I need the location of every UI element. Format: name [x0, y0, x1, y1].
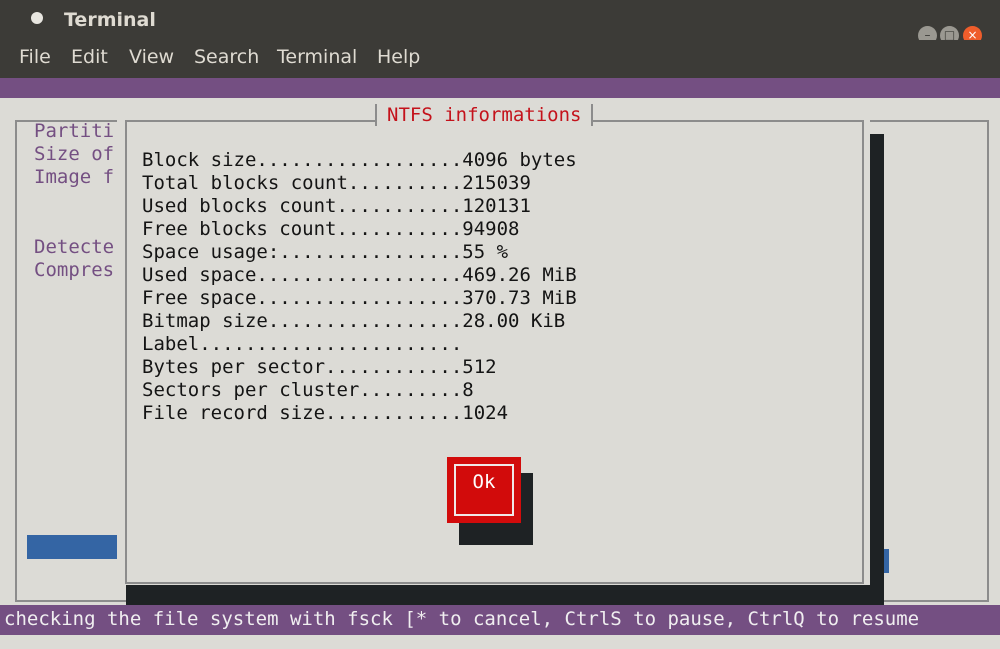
background-text-line: Size of	[34, 143, 115, 165]
terminal-header-bar	[0, 78, 1000, 98]
info-row-block-size: Block size..................4096 bytes	[142, 149, 577, 171]
terminal-window: Terminal – □ × File Edit View Search Ter…	[0, 0, 1000, 649]
window-title: Terminal	[64, 9, 156, 31]
menu-edit[interactable]: Edit	[71, 46, 108, 68]
info-row-free-space: Free space..................370.73 MiB	[142, 287, 577, 309]
menu-file[interactable]: File	[19, 46, 51, 68]
dialog-title: NTFS informations	[375, 104, 594, 126]
background-highlight-left	[27, 535, 117, 559]
info-row-label: Label.......................	[142, 333, 463, 355]
menu-bar: File Edit View Search Terminal Help	[0, 40, 1000, 78]
background-text-line: Compres	[34, 259, 115, 281]
info-row-bitmap-size: Bitmap size.................28.00 KiB	[142, 310, 566, 332]
info-row-sectors-per-cluster: Sectors per cluster.........8	[142, 379, 474, 401]
menu-help[interactable]: Help	[377, 46, 420, 68]
background-text-line: Partiti	[34, 120, 115, 142]
menu-terminal[interactable]: Terminal	[277, 46, 357, 68]
info-row-bytes-per-sector: Bytes per sector............512	[142, 356, 497, 378]
menu-view[interactable]: View	[129, 46, 174, 68]
ok-button-label: Ok	[472, 471, 496, 493]
ok-button[interactable]: Ok	[447, 457, 521, 523]
menu-search[interactable]: Search	[194, 46, 259, 68]
info-row-total-blocks: Total blocks count..........215039	[142, 172, 531, 194]
background-text-line: Image f	[34, 166, 115, 188]
terminal-area[interactable]: Partiti Size of Image f Detecte Compres …	[0, 78, 1000, 649]
title-bar[interactable]: Terminal – □ ×	[0, 0, 1000, 45]
window-menu-icon[interactable]	[31, 12, 43, 24]
info-row-file-record-size: File record size............1024	[142, 402, 509, 424]
dialog-shadow-right	[870, 134, 884, 620]
status-line: checking the file system with fsck [* to…	[4, 608, 920, 630]
info-row-used-blocks: Used blocks count...........120131	[142, 195, 531, 217]
terminal-bottom-strip	[0, 635, 1000, 649]
info-row-used-space: Used space..................469.26 MiB	[142, 264, 577, 286]
background-text-line: Detecte	[34, 236, 115, 258]
info-row-free-blocks: Free blocks count...........94908	[142, 218, 520, 240]
ntfs-info-dialog: NTFS informations Block size............…	[117, 104, 870, 585]
info-row-space-usage: Space usage:................55 %	[142, 241, 509, 263]
